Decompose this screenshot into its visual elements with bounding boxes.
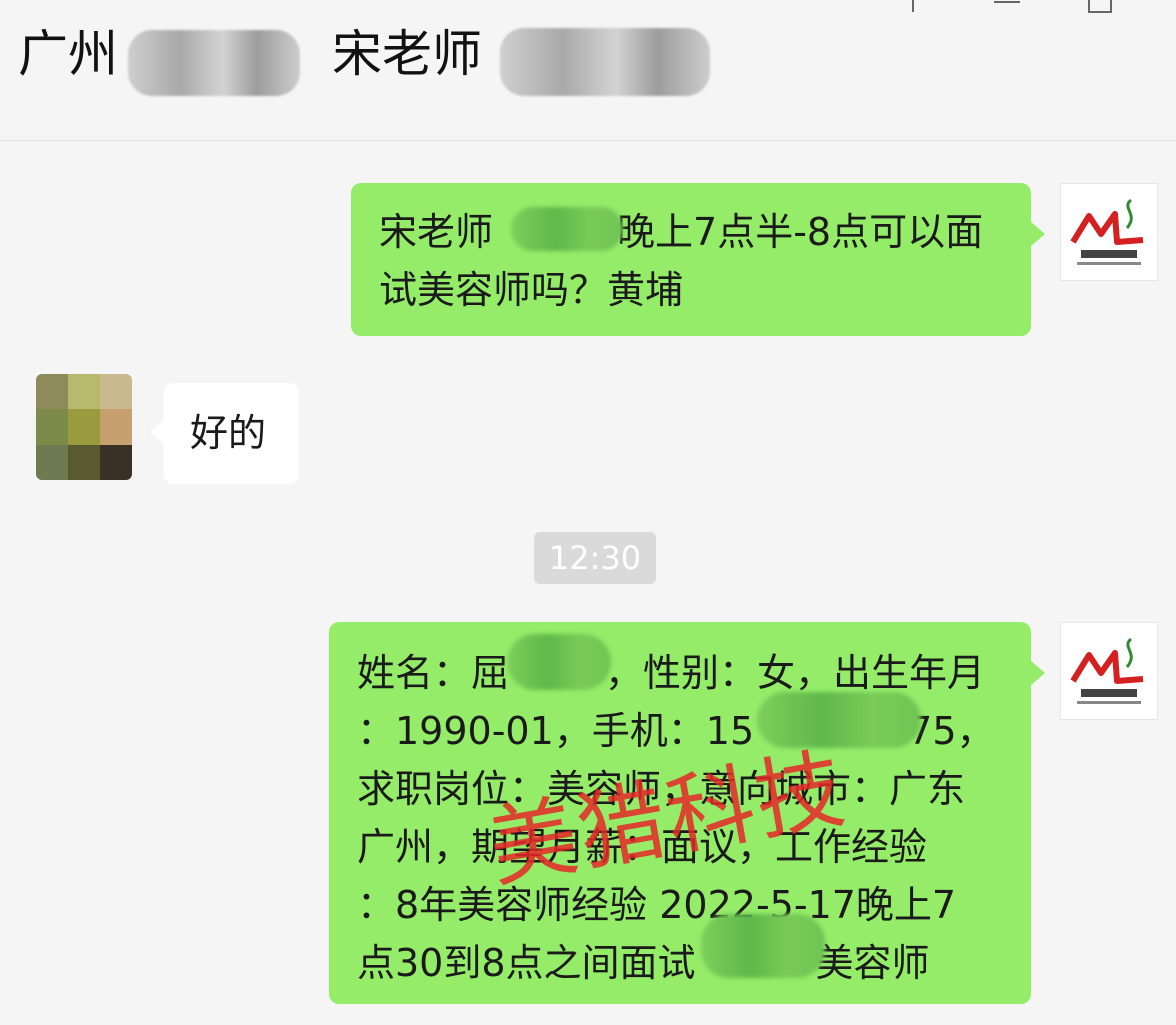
chat-header: 广州 宋老师	[0, 0, 1176, 141]
company-logo-icon	[1070, 637, 1144, 704]
avatar-other[interactable]	[36, 374, 132, 480]
avatar-self[interactable]	[1060, 622, 1158, 720]
message-line: 宋老师 晚上7点半-8点可以面	[379, 203, 1003, 261]
redacted-text-blur	[507, 634, 611, 690]
message-bubble-other[interactable]: 好的	[150, 383, 299, 484]
chat-title-contact: 宋老师	[332, 25, 482, 83]
message-text: 好的	[190, 411, 267, 455]
message-bubble-self[interactable]: 宋老师 晚上7点半-8点可以面 试美容师吗？黄埔	[351, 183, 1045, 336]
redacted-text-blur	[701, 914, 825, 978]
avatar-self[interactable]	[1060, 183, 1158, 281]
redacted-text-blur	[511, 207, 623, 251]
chat-title-city: 广州	[18, 25, 118, 83]
redacted-contact-blur	[500, 28, 710, 96]
message-line: 点30到8点之间面试 美容师	[357, 941, 930, 985]
company-logo-icon	[1070, 198, 1144, 265]
minimize-icon[interactable]	[992, 0, 1022, 25]
redacted-name-blur	[128, 30, 300, 96]
message-text: 宋老师	[379, 210, 494, 254]
message-text: 晚上7点半-8点可以面	[617, 210, 984, 254]
maximize-icon[interactable]	[1086, 0, 1116, 25]
message-line: 姓名：屈 ，性别：女，出生年月	[357, 651, 986, 695]
message-line: 试美容师吗？黄埔	[379, 268, 684, 312]
message-line: ：8年美容师经验 2022-5-17晚上7	[357, 883, 957, 927]
pin-icon[interactable]	[898, 0, 928, 25]
message-timestamp: 12:30	[534, 532, 656, 584]
